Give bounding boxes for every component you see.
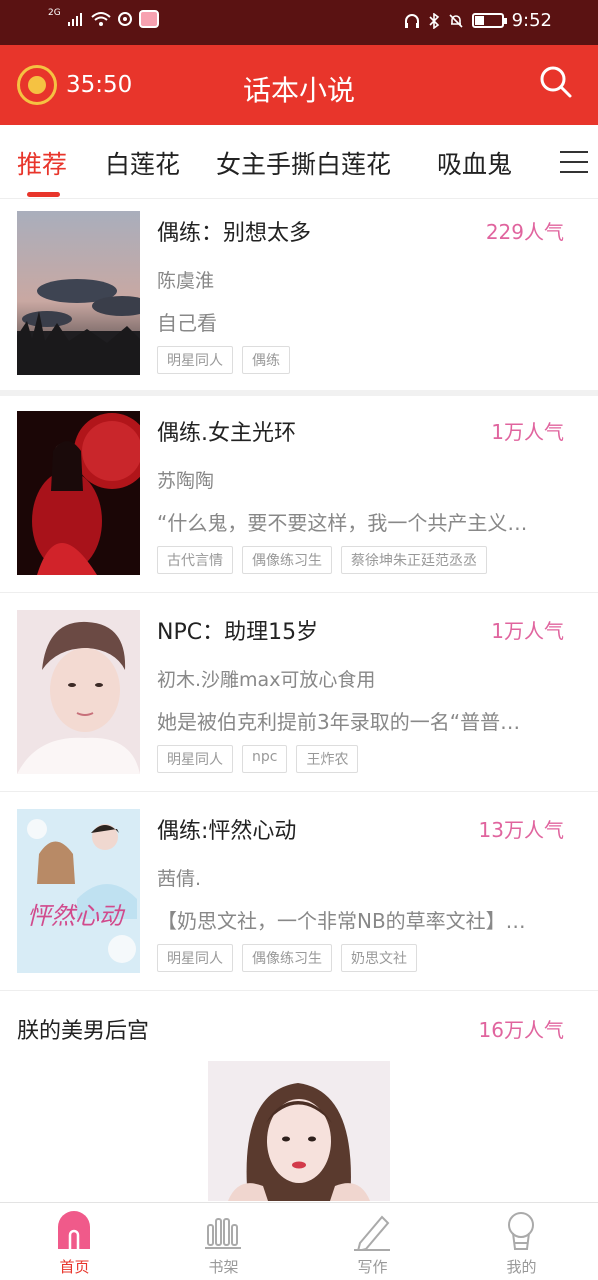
tag[interactable]: 偶像练习生: [242, 944, 332, 972]
search-icon[interactable]: [539, 65, 573, 99]
tab-white-lotus[interactable]: 白莲花: [105, 145, 180, 181]
pig-app-icon: [138, 10, 159, 28]
battery-icon: [471, 13, 507, 28]
signal-icon: [67, 13, 82, 26]
tag-list: 明星同人 npc 王炸农: [157, 745, 359, 773]
tag-list: 明星同人 偶练: [157, 346, 290, 374]
nav-bookshelf[interactable]: 书架: [149, 1203, 298, 1280]
illustrated-cover-image: 怦然心动: [17, 809, 140, 973]
pen-icon: [354, 1215, 390, 1251]
nav-label: 首页: [59, 1258, 90, 1276]
app-header: 35:50 话本小说: [0, 45, 598, 125]
nav-label: 书架: [208, 1258, 239, 1276]
profile-icon: [508, 1212, 534, 1250]
book-author: 陈虞淮: [157, 270, 215, 292]
book-description: 她是被伯克利提前3年录取的一名“普普…: [157, 710, 521, 734]
book-description: 自己看: [157, 311, 217, 335]
dusk-sky-image: [17, 211, 140, 375]
book-description: “什么鬼，要不要这样，我一个共产主义…: [157, 511, 528, 535]
popularity: 1万人气: [491, 420, 564, 444]
tag[interactable]: 明星同人: [157, 944, 233, 972]
sync-icon: [117, 12, 132, 26]
nav-label: 我的: [506, 1258, 537, 1276]
active-tab-indicator: [27, 192, 60, 197]
book-title[interactable]: NPC：助理15岁: [157, 614, 318, 646]
tag[interactable]: 偶练: [242, 346, 290, 374]
popularity: 229人气: [485, 220, 564, 244]
book-title[interactable]: 偶练:怦然心动: [157, 813, 296, 845]
status-left: 2G: [48, 8, 159, 28]
category-tabs: 推荐 白莲花 女主手撕白莲花 吸血鬼: [0, 125, 598, 199]
book-author: 茜倩.: [157, 868, 202, 890]
book-item[interactable]: 偶练：别想太多 229人气 陈虞淮 自己看 明星同人 偶练: [0, 200, 598, 390]
nav-home[interactable]: 首页: [0, 1203, 149, 1280]
girl-portrait-image: [208, 1061, 390, 1201]
woman-red-umbrella-image: [17, 411, 140, 575]
tag[interactable]: 王炸农: [296, 745, 359, 773]
featured-book[interactable]: 朕的美男后宫 16万人气: [0, 991, 598, 1202]
tag[interactable]: 明星同人: [157, 745, 233, 773]
status-bar: 2G 9:52: [0, 0, 598, 45]
popularity: 13万人气: [478, 818, 564, 842]
tag-list: 明星同人 偶像练习生 奶思文社: [157, 944, 417, 972]
headphones-icon: [404, 13, 419, 28]
tab-vampire[interactable]: 吸血鬼: [437, 145, 512, 181]
tag[interactable]: npc: [242, 745, 288, 773]
popularity: 1万人气: [491, 619, 564, 643]
app-title: 话本小说: [242, 74, 355, 107]
book-cover[interactable]: [17, 211, 140, 375]
bluetooth-icon: [429, 12, 439, 29]
nav-profile[interactable]: 我的: [447, 1203, 596, 1280]
nav-label: 写作: [357, 1258, 388, 1276]
tag[interactable]: 古代言情: [157, 546, 233, 574]
menu-icon[interactable]: [550, 147, 588, 177]
book-description: 【奶思文社，一个非常NB的草率文社】…: [157, 909, 526, 933]
book-title[interactable]: 偶练：别想太多: [157, 215, 311, 247]
book-cover[interactable]: [17, 411, 140, 575]
tag[interactable]: 蔡徐坤朱正廷范丞丞: [341, 546, 487, 574]
bookshelf-icon: [205, 1218, 241, 1249]
book-cover[interactable]: [17, 610, 140, 774]
mute-bell-icon: [449, 13, 463, 28]
bottom-nav: 首页 书架 写作 我的: [0, 1202, 598, 1280]
nav-write[interactable]: 写作: [298, 1203, 447, 1280]
tag[interactable]: 奶思文社: [341, 944, 417, 972]
wifi-icon: [91, 12, 111, 26]
tag[interactable]: 明星同人: [157, 346, 233, 374]
book-cover[interactable]: 怦然心动: [17, 809, 140, 973]
network-type: 2G: [48, 8, 61, 18]
home-icon: [58, 1211, 90, 1249]
book-author: 初木.沙雕max可放心食用: [157, 669, 376, 691]
young-man-portrait-image: [17, 610, 140, 774]
status-right: 9:52: [404, 10, 552, 31]
book-title[interactable]: 朕的美男后宫: [17, 1013, 149, 1045]
tag[interactable]: 偶像练习生: [242, 546, 332, 574]
book-item[interactable]: 偶练.女主光环 1万人气 苏陶陶 “什么鬼，要不要这样，我一个共产主义… 古代言…: [0, 396, 598, 592]
book-author: 苏陶陶: [157, 470, 215, 492]
book-cover[interactable]: [208, 1061, 390, 1201]
book-item[interactable]: 怦然心动 偶练:怦然心动 13万人气 茜倩. 【奶思文社，一个非常NB的草率文社…: [0, 792, 598, 990]
book-item[interactable]: NPC：助理15岁 1万人气 初木.沙雕max可放心食用 她是被伯克利提前3年录…: [0, 593, 598, 791]
tab-heroine-vs-white-lotus[interactable]: 女主手撕白莲花: [216, 145, 391, 181]
cover-title-text: 怦然心动: [27, 902, 126, 930]
popularity: 16万人气: [478, 1018, 564, 1042]
tab-recommend[interactable]: 推荐: [17, 145, 67, 181]
book-title[interactable]: 偶练.女主光环: [157, 415, 296, 447]
tag-list: 古代言情 偶像练习生 蔡徐坤朱正廷范丞丞: [157, 546, 487, 574]
clock: 9:52: [511, 10, 552, 31]
